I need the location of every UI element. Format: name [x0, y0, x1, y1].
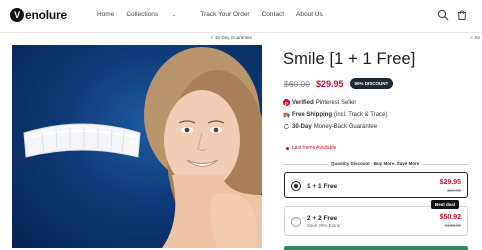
- price-row: $60.00 $29.95 50% DISCOUNT: [284, 78, 394, 89]
- pinterest-icon: p: [283, 99, 290, 106]
- product-title: Smile [1 + 1 Free]: [283, 50, 416, 68]
- bundle-option-subtext: Save 25% Extra!: [307, 223, 341, 228]
- nav-track-order[interactable]: Track Your Order: [200, 11, 249, 18]
- feature-guarantee-bold: 30-Day: [292, 123, 312, 130]
- nav-collections[interactable]: Collections ⌄: [126, 11, 188, 18]
- svg-text:p: p: [285, 102, 288, 106]
- discount-badge: 50% DISCOUNT: [349, 78, 394, 89]
- site-header: V enolure Home Collections ⌄ Track Your O…: [0, 0, 482, 32]
- feature-guarantee: 30-Day Money-Back Guarantee: [283, 123, 377, 130]
- feature-shipping: Free Shipping (incl. Track & Trace): [283, 111, 387, 118]
- announcement-bar: ✓ 30-Day Guarantee ✓ Se: [0, 35, 482, 43]
- logo-mark: V: [10, 8, 24, 22]
- chevron-down-icon: ⌄: [172, 11, 177, 18]
- feature-shipping-bold: Free Shipping: [292, 111, 333, 118]
- add-to-cart-button[interactable]: [284, 246, 468, 250]
- feature-verified-bold: Verified: [292, 99, 314, 106]
- bundle-option-price: $29.95: [439, 179, 461, 186]
- nav-about[interactable]: About Us: [296, 11, 323, 18]
- product-image[interactable]: [12, 45, 262, 248]
- truck-icon: [283, 111, 290, 118]
- nav-collections-label: Collections: [126, 11, 159, 18]
- bundle-option-compare-price: $60.00: [447, 188, 461, 193]
- feature-guarantee-text: Money-Back Guarantee: [313, 123, 378, 130]
- quantity-discount-text: Quantity Discount - Buy More, Save More: [328, 161, 423, 166]
- product-photo-illustration: [23, 47, 262, 248]
- feature-verified: p Verified Pinterest Seller: [283, 99, 356, 106]
- nav-contact[interactable]: Contact: [262, 11, 284, 18]
- announcement-next: ✓ Se: [469, 35, 480, 40]
- return-icon: [283, 123, 290, 130]
- brand-logo[interactable]: V enolure: [10, 8, 67, 22]
- logo-text: enolure: [25, 8, 67, 22]
- compare-price: $60.00: [284, 78, 310, 89]
- bundle-option-1[interactable]: 1 + 1 Free $29.95 $60.00: [284, 172, 468, 198]
- header-divider: [0, 32, 482, 33]
- feature-shipping-text: (incl. Track & Trace): [334, 111, 388, 118]
- stock-status-text: Last Items Available: [292, 145, 337, 151]
- bundle-option-label: 2 + 2 Free: [307, 215, 338, 222]
- cart-icon[interactable]: [456, 9, 468, 21]
- radio-selected[interactable]: [291, 181, 301, 191]
- bundle-option-compare-price: $120.00: [444, 223, 461, 228]
- stock-status: Last Items Available: [286, 145, 336, 151]
- feature-verified-text: Pinterest Seller: [315, 99, 357, 106]
- stock-dot-icon: [286, 146, 289, 150]
- quantity-discount-heading: Quantity Discount - Buy More, Save More: [283, 160, 468, 168]
- nav-home[interactable]: Home: [97, 11, 114, 18]
- announcement-guarantee: ✓ 30-Day Guarantee: [210, 35, 253, 40]
- sale-price: $29.95: [316, 78, 344, 89]
- bundle-option-2[interactable]: 2 + 2 Free Save 25% Extra! $50.92 $120.0…: [284, 206, 468, 236]
- bundle-option-price: $50.92: [439, 214, 461, 221]
- best-deal-badge: Best deal: [431, 200, 460, 209]
- bundle-option-label: 1 + 1 Free: [307, 183, 338, 190]
- search-icon[interactable]: [437, 9, 449, 21]
- radio-unselected[interactable]: [291, 217, 301, 227]
- main-nav: Home Collections ⌄ Track Your Order Conta…: [97, 11, 335, 18]
